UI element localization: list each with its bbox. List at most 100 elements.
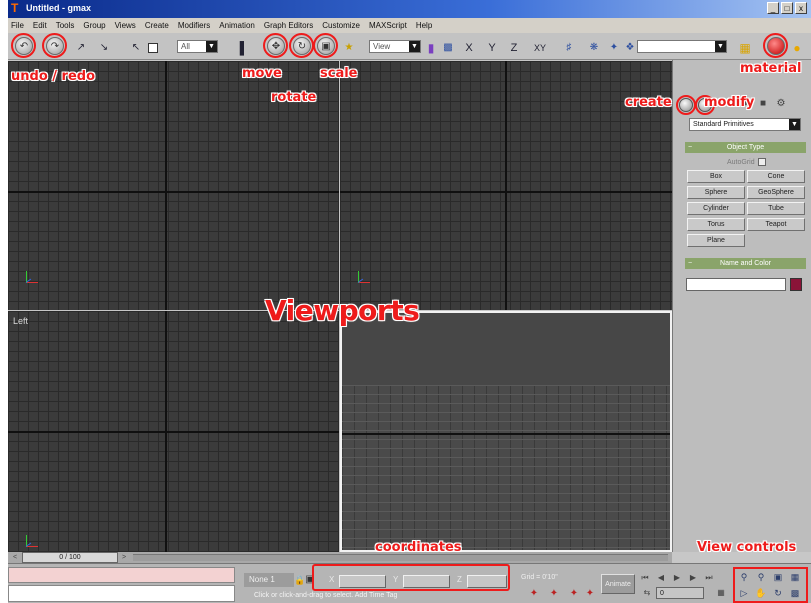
menu-graph-editors[interactable]: Graph Editors (264, 21, 313, 30)
sphere-button[interactable]: Sphere (687, 186, 745, 199)
animate-button[interactable]: Animate (601, 574, 635, 594)
viewport-left[interactable]: Left (8, 311, 339, 552)
menu-group[interactable]: Group (83, 21, 105, 30)
next-frame-icon[interactable]: ▶ (688, 573, 698, 583)
object-color-swatch[interactable] (790, 278, 802, 291)
viewport-front[interactable] (340, 61, 672, 310)
arc-rotate-icon[interactable]: ↻ (772, 587, 784, 599)
menu-file[interactable]: File (11, 21, 24, 30)
command-panel: ⋮ ● ■ ⚙ Standard Primitives ▼ − Object T… (672, 60, 811, 552)
link-icon[interactable]: ↗ (75, 42, 87, 54)
time-configuration-icon[interactable]: ▦ (716, 588, 726, 598)
menu-customize[interactable]: Customize (322, 21, 360, 30)
named-selection-dropdown[interactable]: ▼ (637, 40, 727, 53)
constrain-xy-button[interactable]: XY (531, 42, 549, 54)
box-button[interactable]: Box (687, 170, 745, 183)
zoom-all-icon[interactable]: ⚲ (755, 571, 767, 583)
move-highlight (263, 33, 288, 58)
pan-hand-icon[interactable]: ✋ (755, 587, 767, 599)
field-of-view-icon[interactable]: ▷ (738, 587, 750, 599)
time-slider[interactable]: < 0 / 100 > (8, 552, 672, 563)
utilities-tab-icon[interactable]: ⚙ (775, 98, 787, 110)
select-arrow-icon[interactable]: ↖ (130, 42, 142, 54)
maximize-button[interactable]: □ (781, 2, 793, 14)
x-coordinate-field[interactable] (339, 575, 386, 588)
percent-snap-icon[interactable]: ✦ (568, 588, 580, 600)
grid-axis-line (342, 433, 670, 435)
time-slider-thumb[interactable]: 0 / 100 (22, 552, 118, 563)
torus-button[interactable]: Torus (687, 218, 745, 231)
object-name-field[interactable] (686, 278, 786, 291)
reference-coordinate-dropdown[interactable]: View ▼ (369, 40, 421, 53)
go-to-end-icon[interactable]: ⏭ (704, 573, 714, 583)
cylinder-button[interactable]: Cylinder (687, 202, 745, 215)
previous-frame-icon[interactable]: ◀ (656, 573, 666, 583)
menu-help[interactable]: Help (416, 21, 432, 30)
constrain-y-button[interactable]: Y (486, 42, 498, 54)
y-coordinate-field[interactable] (403, 575, 450, 588)
play-icon[interactable]: ▶ (672, 573, 682, 583)
modify-callout: modify (704, 95, 755, 110)
unlink-icon[interactable]: ↘ (98, 42, 110, 54)
spinner-snap-icon[interactable]: ✦ (584, 588, 596, 600)
undo-redo-callout: undo / redo (11, 69, 96, 84)
maximize-viewport-icon[interactable]: ▩ (789, 587, 801, 599)
close-button[interactable]: x (795, 2, 807, 14)
tube-button[interactable]: Tube (747, 202, 805, 215)
selection-filter-dropdown[interactable]: All ▼ (177, 40, 218, 53)
zoom-extents-all-icon[interactable]: ▦ (789, 571, 801, 583)
window-title: Untitled - gmax (26, 3, 92, 13)
mirror-icon[interactable]: ♯ (563, 42, 575, 54)
minimize-button[interactable]: _ (767, 2, 779, 14)
go-to-start-icon[interactable]: ⏮ (640, 573, 650, 583)
constrain-x-button[interactable]: X (463, 42, 475, 54)
view-controls-highlight: ⚲ ⚲ ▣ ▦ ▷ ✋ ↻ ▩ (733, 567, 808, 603)
menu-create[interactable]: Create (145, 21, 169, 30)
key-mode-icon[interactable]: ⇆ (642, 588, 652, 598)
align-icon[interactable]: ❋ (588, 42, 600, 54)
render-teapot-icon[interactable]: ● (791, 42, 803, 54)
pivot-icon[interactable]: ▩ (442, 42, 454, 54)
menu-edit[interactable]: Edit (33, 21, 47, 30)
menu-bar: File Edit Tools Group Views Create Modif… (8, 18, 811, 33)
object-category-dropdown[interactable]: Standard Primitives ▼ (689, 118, 801, 131)
constrain-z-button[interactable]: Z (508, 42, 520, 54)
chevron-left-icon[interactable]: < (10, 553, 20, 562)
display-tab-icon[interactable]: ■ (757, 98, 769, 110)
viewport-perspective[interactable] (340, 311, 672, 552)
menu-modifiers[interactable]: Modifiers (178, 21, 210, 30)
menu-maxscript[interactable]: MAXScript (369, 21, 407, 30)
zoom-icon[interactable]: ⚲ (738, 571, 750, 583)
chevron-down-icon: ▼ (789, 119, 800, 130)
object-category-value: Standard Primitives (693, 121, 754, 128)
zoom-extents-icon[interactable]: ▣ (772, 571, 784, 583)
current-frame-field[interactable]: 0 (656, 587, 704, 599)
lock-icon[interactable]: 🔒 (294, 574, 305, 586)
move-callout: move (242, 66, 282, 81)
name-color-rollout[interactable]: − Name and Color (685, 258, 806, 269)
maxscript-listener-input[interactable] (8, 585, 235, 602)
menu-animation[interactable]: Animation (219, 21, 255, 30)
z-coordinate-field[interactable] (467, 575, 507, 588)
menu-tools[interactable]: Tools (56, 21, 75, 30)
pivot-center-icon[interactable]: ▮ (425, 42, 437, 54)
object-type-rollout[interactable]: − Object Type (685, 142, 806, 153)
teapot-button[interactable]: Teapot (747, 218, 805, 231)
create-highlight (676, 95, 696, 115)
grid-axis-line (8, 191, 339, 193)
geosphere-button[interactable]: GeoSphere (747, 186, 805, 199)
maxscript-listener-output[interactable] (8, 567, 235, 583)
select-region-icon[interactable] (148, 43, 158, 53)
curve-editor-icon[interactable]: ▦ (739, 42, 751, 54)
select-manipulate-icon[interactable]: ★ (343, 42, 355, 54)
snap-toggle-icon[interactable]: ✦ (528, 588, 540, 600)
array-icon[interactable]: ✦ (608, 42, 620, 54)
plane-button[interactable]: Plane (687, 234, 745, 247)
select-by-name-icon[interactable]: ▌ (238, 42, 250, 54)
cone-button[interactable]: Cone (747, 170, 805, 183)
autogrid-checkbox[interactable]: AutoGrid (727, 158, 766, 166)
chevron-right-icon[interactable]: > (119, 553, 129, 562)
menu-views[interactable]: Views (115, 21, 136, 30)
spacing-icon[interactable]: ❖ (624, 42, 636, 54)
angle-snap-icon[interactable]: ✦ (548, 588, 560, 600)
